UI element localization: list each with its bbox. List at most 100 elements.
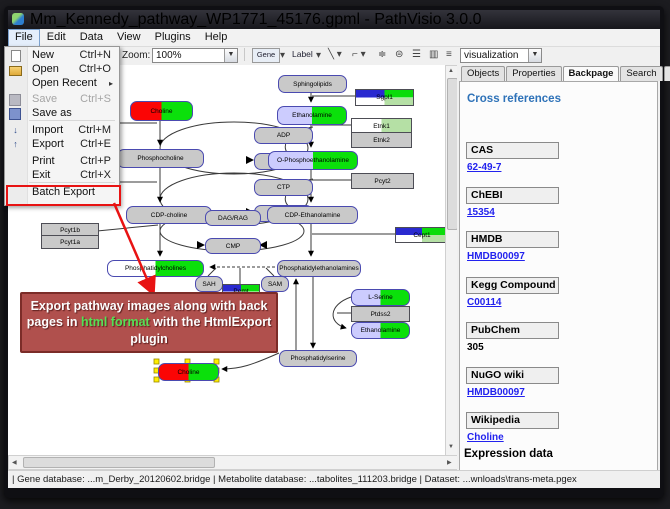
reference-link[interactable]: Choline <box>467 432 504 443</box>
file-menu-shortcut: Ctrl+P <box>80 155 111 168</box>
file-menu-item-new[interactable]: NewCtrl+N <box>5 49 117 62</box>
pathway-node-sah[interactable]: SAH <box>195 276 223 292</box>
file-menu-item-open-recent[interactable]: Open Recent ▸ <box>5 77 117 90</box>
file-menu-item-label: Save as <box>32 107 72 120</box>
label-dropdown-icon[interactable]: ▾ <box>316 50 321 61</box>
callout-text-after: with the HtmlExport plugin <box>130 315 271 345</box>
file-menu-shortcut: Ctrl+S <box>80 93 111 106</box>
pathway-node-etnk2[interactable]: Etnk2 <box>351 132 412 148</box>
pathway-node-pcyt2[interactable]: Pcyt2 <box>351 173 414 189</box>
reference-link[interactable]: HMDB00097 <box>467 251 525 262</box>
reference-link[interactable]: C00114 <box>467 297 501 308</box>
menubar-item-view[interactable]: View <box>110 29 148 46</box>
pathway-node-cdp-ethanolamine[interactable]: CDP-Ethanolamine <box>267 206 358 224</box>
toolbar-separator <box>244 48 245 61</box>
zoom-combobox[interactable]: 100% ▼ <box>152 48 238 63</box>
pathway-node-phosphatidylethanolamines[interactable]: Phosphatidylethanolamines <box>277 260 361 277</box>
distribute-horizontal-icon[interactable]: ▥ <box>429 49 438 60</box>
menubar-item-help[interactable]: Help <box>198 29 235 46</box>
reference-source-box: HMDB <box>466 231 559 248</box>
reference-value: 305 <box>467 342 484 353</box>
pathway-node-cdp-choline[interactable]: CDP-choline <box>126 206 212 224</box>
file-menu-item-label: Exit <box>32 169 50 182</box>
pathway-node-o-phosphoethanolamine[interactable]: O-Phosphoethanolamine <box>268 151 358 170</box>
batch-export-highlight-box <box>6 185 121 206</box>
reference-link[interactable]: 62-49-7 <box>467 162 501 173</box>
visualization-dropdown-icon[interactable]: ▼ <box>528 49 541 62</box>
reference-source-box: Wikipedia <box>466 412 559 429</box>
menubar-item-edit[interactable]: Edit <box>40 29 73 46</box>
align-center-icon[interactable]: ≑ <box>378 49 386 60</box>
pathway-node-adp[interactable]: ADP <box>254 127 313 144</box>
pathway-node-dag-rag[interactable]: DAG/RAG <box>205 210 261 226</box>
reference-source-box: NuGO wiki <box>466 367 559 384</box>
file-menu-shortcut: Ctrl+M <box>78 124 111 137</box>
file-menu-item-label: Save <box>32 93 57 106</box>
pathway-node-cmp[interactable]: CMP <box>205 238 261 254</box>
window-title: Mm_Kennedy_pathway_WP1771_45176.gpml - P… <box>30 10 482 29</box>
label-tool-button[interactable]: Label <box>292 49 313 59</box>
pathway-node-sam[interactable]: SAM <box>261 276 289 292</box>
pathway-node-ethanolamine-top[interactable]: Ethanolamine <box>277 106 347 125</box>
gene-dropdown-icon[interactable]: ▾ <box>280 50 285 61</box>
connector-tool-icon[interactable]: ⌐ ▾ <box>352 49 366 60</box>
file-menu-item-open[interactable]: OpenCtrl+O <box>5 63 117 76</box>
visualization-combobox[interactable]: visualization ▼ <box>460 48 542 63</box>
file-menu-shortcut: Ctrl+X <box>80 169 111 182</box>
status-text: | Gene database: ...m_Derby_20120602.bri… <box>8 474 577 485</box>
file-menu-item-import[interactable]: ↓ImportCtrl+M <box>5 124 117 137</box>
annotation-callout: Export pathway images along with back pa… <box>20 292 278 353</box>
pathway-node-phosphatidylcholines[interactable]: Phosphatidylcholines <box>107 260 204 277</box>
file-menu-item-export[interactable]: ↑ExportCtrl+E <box>5 138 117 151</box>
canvas-horizontal-scrollbar[interactable]: ◀▶ <box>8 455 459 470</box>
tab-search[interactable]: Search <box>620 66 662 81</box>
reference-source-box: CAS <box>466 142 559 159</box>
distribute-vertical-icon[interactable]: ☰ <box>412 49 421 60</box>
pathway-node-cept1[interactable]: Cept1 <box>395 227 445 243</box>
pathway-node-phosphocholine[interactable]: Phosphocholine <box>117 149 204 168</box>
pathway-node-ptdss2[interactable]: Ptdss2 <box>351 306 410 322</box>
pathway-node-ctp[interactable]: CTP <box>254 179 313 196</box>
gene-tool-button[interactable]: Gene <box>252 48 280 63</box>
align-middle-icon[interactable]: ⊜ <box>395 49 403 60</box>
callout-highlight-text: html format <box>81 315 150 329</box>
menubar-item-file[interactable]: File <box>8 29 40 47</box>
stack-vertical-icon[interactable]: ≡ <box>446 49 452 60</box>
menubar-item-data[interactable]: Data <box>73 29 110 46</box>
visualization-value: visualization <box>461 50 528 61</box>
file-menu-shortcut: Ctrl+N <box>80 49 111 62</box>
pathway-node-sgpl1[interactable]: Sgpl1 <box>355 89 414 106</box>
file-menu-item-save: Save Ctrl+S <box>5 93 117 106</box>
file-menu-item-label: Import <box>32 124 63 137</box>
file-menu-shortcut: Ctrl+E <box>80 138 111 151</box>
menu-separator <box>29 182 115 183</box>
file-menu-item-print[interactable]: PrintCtrl+P <box>5 155 117 168</box>
pathway-node-ethanolamine-bottom[interactable]: Ethanolamine <box>351 322 410 339</box>
tab-backpage[interactable]: Backpage <box>563 66 620 81</box>
submenu-arrow-icon: ▸ <box>109 77 113 90</box>
reference-link[interactable]: 15354 <box>467 207 495 218</box>
tab-properties[interactable]: Properties <box>506 66 561 81</box>
pathway-node-pcyt1a[interactable]: Pcyt1a <box>41 235 99 249</box>
file-menu-item-label: Open Recent <box>32 77 97 90</box>
zoom-dropdown-icon[interactable]: ▼ <box>224 49 237 62</box>
menubar-item-plugins[interactable]: Plugins <box>148 29 198 46</box>
file-menu-item-save-as[interactable]: Save as <box>5 107 117 120</box>
pathway-node-choline-top[interactable]: Choline <box>130 101 193 121</box>
pathway-node-l-serine[interactable]: L-Serine <box>351 289 410 306</box>
tab-legend[interactable]: Legend <box>664 66 670 81</box>
reference-source-box: ChEBI <box>466 187 559 204</box>
reference-link[interactable]: HMDB00097 <box>467 387 525 398</box>
file-menu-item-label: Open <box>32 63 59 76</box>
pathway-node-phosphatidylserine[interactable]: Phosphatidylserine <box>279 350 357 367</box>
reference-source-box: Kegg Compound <box>466 277 559 294</box>
export-icon: ↑ <box>9 139 22 150</box>
status-bar: | Gene database: ...m_Derby_20120602.bri… <box>8 470 660 488</box>
line-tool-icon[interactable]: ╲ ▾ <box>328 49 342 60</box>
menu-separator <box>29 120 115 121</box>
cross-references-heading: Cross references <box>467 93 561 105</box>
pathway-node-sphingolipids[interactable]: Sphingolipids <box>278 75 347 93</box>
pathway-node-choline-selected[interactable]: Choline <box>158 363 219 381</box>
file-menu-item-exit[interactable]: Exit Ctrl+X <box>5 169 117 182</box>
tab-objects[interactable]: Objects <box>461 66 505 81</box>
